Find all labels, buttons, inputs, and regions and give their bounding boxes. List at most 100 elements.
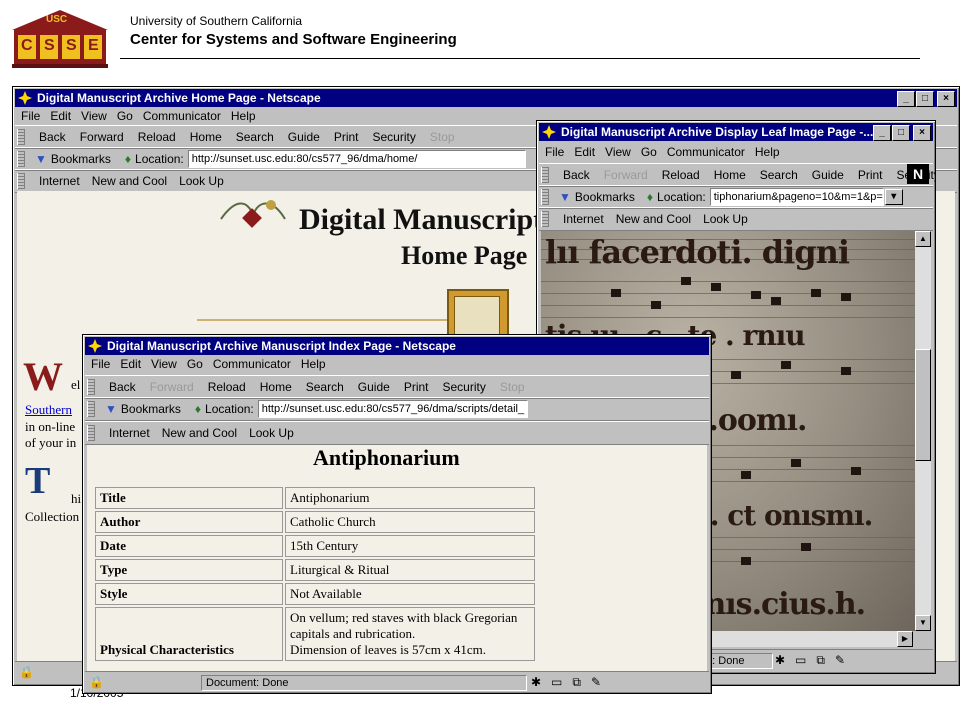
security-lock-icon[interactable]: 🔒	[19, 665, 34, 679]
toolbar-grip[interactable]	[87, 379, 95, 395]
scroll-up-arrow-icon[interactable]: ▲	[915, 231, 931, 247]
bookmarks-button[interactable]: Bookmarks	[575, 190, 635, 204]
personal-internet[interactable]: Internet	[563, 211, 604, 227]
reload-button[interactable]: Reload	[662, 167, 700, 183]
toolbar-grip[interactable]	[541, 189, 549, 205]
personal-look-up[interactable]: Look Up	[249, 425, 294, 441]
menu-file[interactable]: File	[91, 355, 110, 373]
leaf-vertical-scrollbar[interactable]: ▲ ▼	[915, 231, 931, 631]
bookmarks-button[interactable]: Bookmarks	[51, 152, 111, 166]
menu-communicator[interactable]: Communicator	[213, 355, 291, 373]
logo-letter-s2: S	[66, 37, 77, 54]
manuscript-index-window[interactable]: Digital Manuscript Archive Manuscript In…	[82, 334, 712, 694]
usc-link[interactable]: Southern	[25, 402, 72, 418]
index-personal-toolbar: Internet New and Cool Look Up	[85, 421, 709, 445]
leaf-window-titlebar[interactable]: Digital Manuscript Archive Display Leaf …	[539, 123, 933, 141]
menu-help[interactable]: Help	[231, 107, 256, 125]
close-button[interactable]: ×	[937, 91, 955, 107]
print-button[interactable]: Print	[404, 379, 429, 395]
bookmarks-button[interactable]: Bookmarks	[121, 402, 181, 416]
menu-file[interactable]: File	[21, 107, 40, 125]
search-button[interactable]: Search	[236, 129, 274, 145]
toolbar-grip[interactable]	[87, 401, 95, 417]
index-window-titlebar[interactable]: Digital Manuscript Archive Manuscript In…	[85, 337, 709, 355]
print-button[interactable]: Print	[334, 129, 359, 145]
home-button[interactable]: Home	[714, 167, 746, 183]
bookmarks-icon[interactable]: ▼	[35, 152, 47, 166]
menu-file[interactable]: File	[545, 143, 564, 161]
personal-new-and-cool[interactable]: New and Cool	[616, 211, 691, 227]
menu-edit[interactable]: Edit	[574, 143, 595, 161]
stop-button[interactable]: Stop	[500, 379, 525, 395]
bookmarks-icon[interactable]: ▼	[105, 402, 117, 416]
maximize-button[interactable]: □	[892, 125, 910, 141]
logo-usc-text: USC	[46, 14, 68, 25]
guide-button[interactable]: Guide	[812, 167, 844, 183]
menu-edit[interactable]: Edit	[50, 107, 71, 125]
menu-communicator[interactable]: Communicator	[667, 143, 745, 161]
personal-internet[interactable]: Internet	[109, 425, 150, 441]
component-bar-icons[interactable]: ✱▭⧉✎	[531, 675, 611, 690]
back-button[interactable]: Back	[563, 167, 590, 183]
index-statusbar: 🔒 Document: Done ✱▭⧉✎	[85, 671, 709, 692]
menu-edit[interactable]: Edit	[120, 355, 141, 373]
reload-button[interactable]: Reload	[138, 129, 176, 145]
scroll-thumb[interactable]	[915, 349, 931, 461]
security-button[interactable]: Security	[443, 379, 486, 395]
minimize-button[interactable]: _	[873, 125, 891, 141]
security-lock-icon[interactable]: 🔒	[89, 675, 104, 689]
personal-new-and-cool[interactable]: New and Cool	[92, 173, 167, 189]
home-button[interactable]: Home	[260, 379, 292, 395]
close-button[interactable]: ×	[913, 125, 931, 141]
security-button[interactable]: Security	[373, 129, 416, 145]
menu-view[interactable]: View	[605, 143, 631, 161]
url-dropdown-chevron-icon[interactable]: ▾	[884, 189, 903, 205]
print-button[interactable]: Print	[858, 167, 883, 183]
reload-button[interactable]: Reload	[208, 379, 246, 395]
menu-go[interactable]: Go	[117, 107, 133, 125]
toolbar-grip[interactable]	[17, 173, 25, 189]
forward-button[interactable]: Forward	[80, 129, 124, 145]
stop-button[interactable]: Stop	[430, 129, 455, 145]
home-button[interactable]: Home	[190, 129, 222, 145]
guide-button[interactable]: Guide	[288, 129, 320, 145]
toolbar-grip[interactable]	[87, 425, 95, 441]
menu-help[interactable]: Help	[301, 355, 326, 373]
personal-look-up[interactable]: Look Up	[179, 173, 224, 189]
meta-key: Author	[95, 511, 283, 533]
home-window-titlebar[interactable]: Digital Manuscript Archive Home Page - N…	[15, 89, 957, 107]
back-button[interactable]: Back	[109, 379, 136, 395]
toolbar-grip[interactable]	[541, 167, 549, 183]
toolbar-grip[interactable]	[17, 129, 25, 145]
scroll-down-arrow-icon[interactable]: ▼	[915, 615, 931, 631]
meta-value: Antiphonarium	[285, 487, 535, 509]
personal-internet[interactable]: Internet	[39, 173, 80, 189]
menu-view[interactable]: View	[81, 107, 107, 125]
bookmarks-icon[interactable]: ▼	[559, 190, 571, 204]
location-url-input[interactable]: http://sunset.usc.edu:80/cs577_96/dma/sc…	[257, 400, 528, 418]
location-url-input[interactable]: tiphonarium&pageno=10&m=1&p=0	[709, 188, 884, 206]
maximize-button[interactable]: □	[916, 91, 934, 107]
menu-help[interactable]: Help	[755, 143, 780, 161]
toolbar-grip[interactable]	[17, 151, 25, 167]
menu-view[interactable]: View	[151, 355, 177, 373]
component-bar-icons[interactable]: ✱▭⧉✎	[775, 653, 855, 668]
search-button[interactable]: Search	[760, 167, 798, 183]
logo-letter-c: C	[21, 37, 33, 54]
menu-go[interactable]: Go	[641, 143, 657, 161]
menu-go[interactable]: Go	[187, 355, 203, 373]
toolbar-grip[interactable]	[541, 211, 549, 227]
scroll-right-arrow-icon[interactable]: ▶	[897, 631, 913, 647]
forward-button[interactable]: Forward	[604, 167, 648, 183]
back-button[interactable]: Back	[39, 129, 66, 145]
location-url-input[interactable]: http://sunset.usc.edu:80/cs577_96/dma/ho…	[187, 150, 526, 168]
guide-button[interactable]: Guide	[358, 379, 390, 395]
forward-button[interactable]: Forward	[150, 379, 194, 395]
personal-new-and-cool[interactable]: New and Cool	[162, 425, 237, 441]
netscape-n-logo-icon[interactable]: N	[907, 164, 929, 184]
minimize-button[interactable]: _	[897, 91, 915, 107]
home-window-title: Digital Manuscript Archive Home Page - N…	[37, 91, 321, 105]
personal-look-up[interactable]: Look Up	[703, 211, 748, 227]
menu-communicator[interactable]: Communicator	[143, 107, 221, 125]
search-button[interactable]: Search	[306, 379, 344, 395]
